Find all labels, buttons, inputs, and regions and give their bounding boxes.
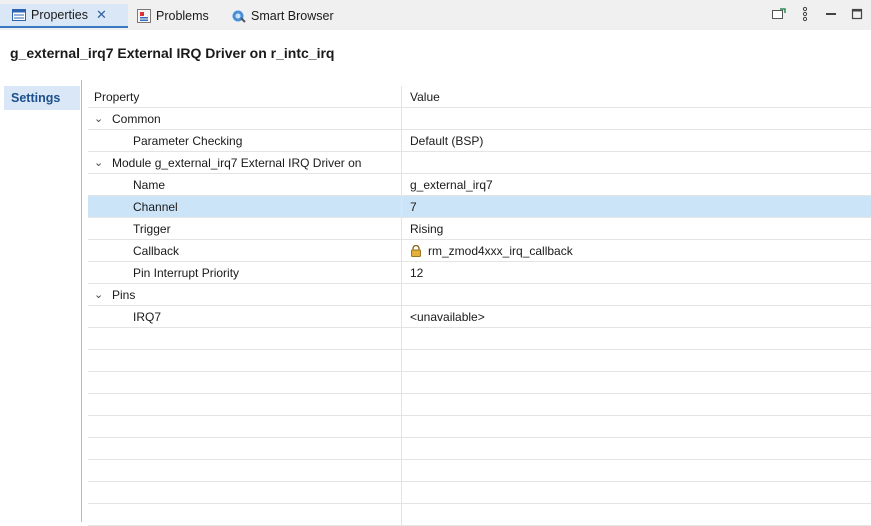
lock-icon [410, 244, 422, 257]
value-cell[interactable]: 7 [410, 196, 417, 217]
table-row[interactable]: IRQ7 <unavailable> [88, 306, 871, 328]
smart-browser-icon [232, 9, 246, 23]
property-cell: Trigger [88, 218, 402, 239]
value-cell[interactable]: Rising [410, 218, 443, 239]
property-label: Module g_external_irq7 External IRQ Driv… [112, 155, 362, 170]
property-cell: ⌄ Pins [88, 284, 402, 305]
empty-cell [88, 328, 402, 349]
property-label: Trigger [133, 221, 171, 236]
property-cell: Channel [88, 196, 402, 217]
property-cell: IRQ7 [88, 306, 402, 327]
property-label: Callback [133, 243, 180, 258]
value-cell[interactable]: <unavailable> [410, 306, 485, 327]
tab-label: Properties [31, 8, 88, 22]
property-label: Name [133, 177, 166, 192]
table-row[interactable]: Pin Interrupt Priority 12 [88, 262, 871, 284]
empty-row [88, 372, 871, 394]
property-cell: ⌄ Common [88, 108, 402, 129]
property-value: Default (BSP) [410, 133, 484, 148]
empty-cell [88, 394, 402, 415]
property-label: Channel [133, 199, 178, 214]
value-cell[interactable]: Default (BSP) [410, 130, 483, 151]
tab-label: Problems [156, 9, 209, 23]
group-row[interactable]: ⌄ Module g_external_irq7 External IRQ Dri… [88, 152, 871, 174]
property-cell: Name [88, 174, 402, 195]
table-row[interactable]: Name g_external_irq7 [88, 174, 871, 196]
value-cell[interactable]: g_external_irq7 [410, 174, 493, 195]
value-cell[interactable]: rm_zmod4xxx_irq_callback [410, 240, 573, 261]
chevron-down-icon[interactable]: ⌄ [94, 156, 106, 169]
property-label: Common [112, 111, 161, 126]
empty-cell [88, 482, 402, 503]
page-title: g_external_irq7 External IRQ Driver on r… [10, 45, 335, 61]
property-label: Pin Interrupt Priority [133, 265, 240, 280]
problems-icon [137, 9, 151, 23]
empty-row [88, 504, 871, 526]
empty-row [88, 438, 871, 460]
column-header-property[interactable]: Property [88, 86, 402, 107]
pin-view-icon[interactable] [771, 6, 787, 22]
property-value: 12 [410, 265, 424, 280]
empty-row [88, 416, 871, 438]
properties-icon [12, 8, 26, 22]
group-row[interactable]: ⌄ Common [88, 108, 871, 130]
empty-row [88, 350, 871, 372]
tab-properties[interactable]: Properties ✕ [0, 4, 128, 28]
property-cell: Pin Interrupt Priority [88, 262, 402, 283]
properties-table: Property Value ⌄ Common Parameter Checking… [88, 86, 871, 526]
empty-row [88, 482, 871, 504]
maximize-icon[interactable] [849, 6, 865, 22]
empty-row [88, 460, 871, 482]
table-header: Property Value [88, 86, 871, 108]
table-row[interactable]: Trigger Rising [88, 218, 871, 240]
table-row[interactable]: Callback rm_zmod4xxx_irq_callback [88, 240, 871, 262]
chevron-down-icon[interactable]: ⌄ [94, 112, 106, 125]
tab-label: Smart Browser [251, 9, 334, 23]
property-cell: Parameter Checking [88, 130, 402, 151]
property-value: 7 [410, 199, 417, 214]
property-value: g_external_irq7 [410, 177, 493, 192]
value-cell[interactable]: 12 [410, 262, 423, 283]
empty-row [88, 394, 871, 416]
property-label: IRQ7 [133, 309, 162, 324]
empty-cell [88, 372, 402, 393]
property-label: Pins [112, 287, 136, 302]
side-tab-bar: Settings [0, 82, 80, 522]
property-value: rm_zmod4xxx_irq_callback [428, 243, 573, 258]
view-menu-icon[interactable] [797, 6, 813, 22]
empty-cell [88, 416, 402, 437]
table-row[interactable]: Parameter Checking Default (BSP) [88, 130, 871, 152]
chevron-down-icon[interactable]: ⌄ [94, 288, 106, 301]
empty-row [88, 328, 871, 350]
property-value: <unavailable> [410, 309, 485, 324]
divider [81, 80, 82, 522]
group-row[interactable]: ⌄ Pins [88, 284, 871, 306]
property-cell: ⌄ Module g_external_irq7 External IRQ Dri… [88, 152, 402, 173]
close-icon[interactable]: ✕ [96, 7, 107, 23]
empty-cell [88, 350, 402, 371]
property-label: Parameter Checking [133, 133, 243, 148]
tab-smart-browser[interactable]: Smart Browser [232, 6, 334, 26]
view-toolbar [771, 6, 865, 22]
table-row[interactable]: Channel 7 [88, 196, 871, 218]
column-header-value[interactable]: Value [410, 86, 440, 107]
tab-problems[interactable]: Problems [137, 6, 209, 26]
minimize-icon[interactable] [823, 6, 839, 22]
property-value: Rising [410, 221, 444, 236]
empty-cell [88, 460, 402, 481]
tab-settings[interactable]: Settings [4, 86, 80, 110]
property-cell: Callback [88, 240, 402, 261]
view-tab-bar: Properties ✕ Problems Smart Browser [0, 0, 871, 30]
empty-cell [88, 438, 402, 459]
